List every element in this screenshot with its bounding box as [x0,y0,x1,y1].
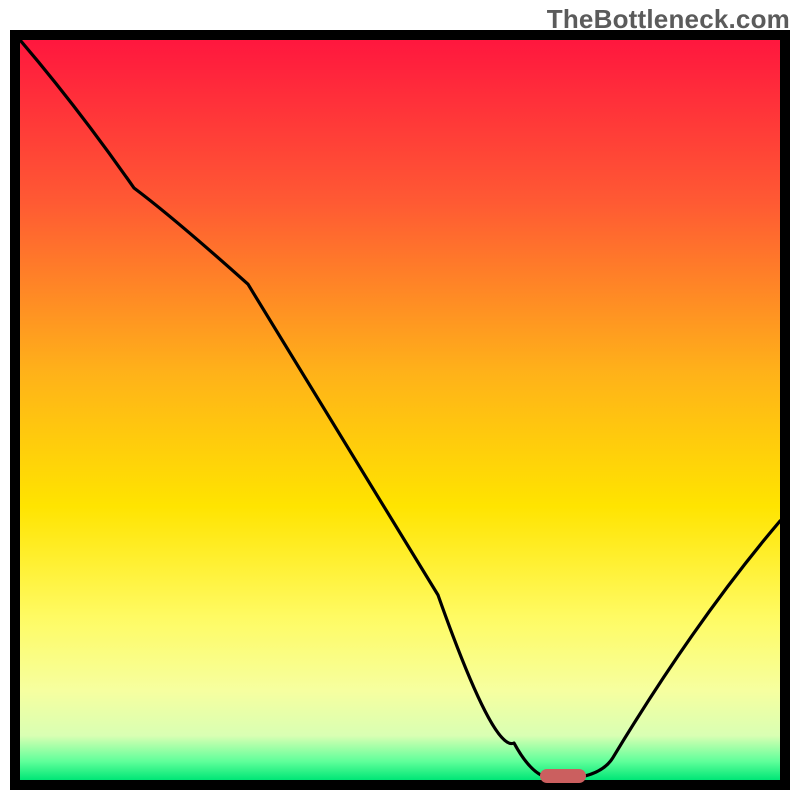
optimal-marker [540,769,586,783]
chart-frame [10,30,790,790]
gradient-background [20,40,780,780]
chart-stage: TheBottleneck.com [0,0,800,800]
watermark-label: TheBottleneck.com [547,4,790,35]
